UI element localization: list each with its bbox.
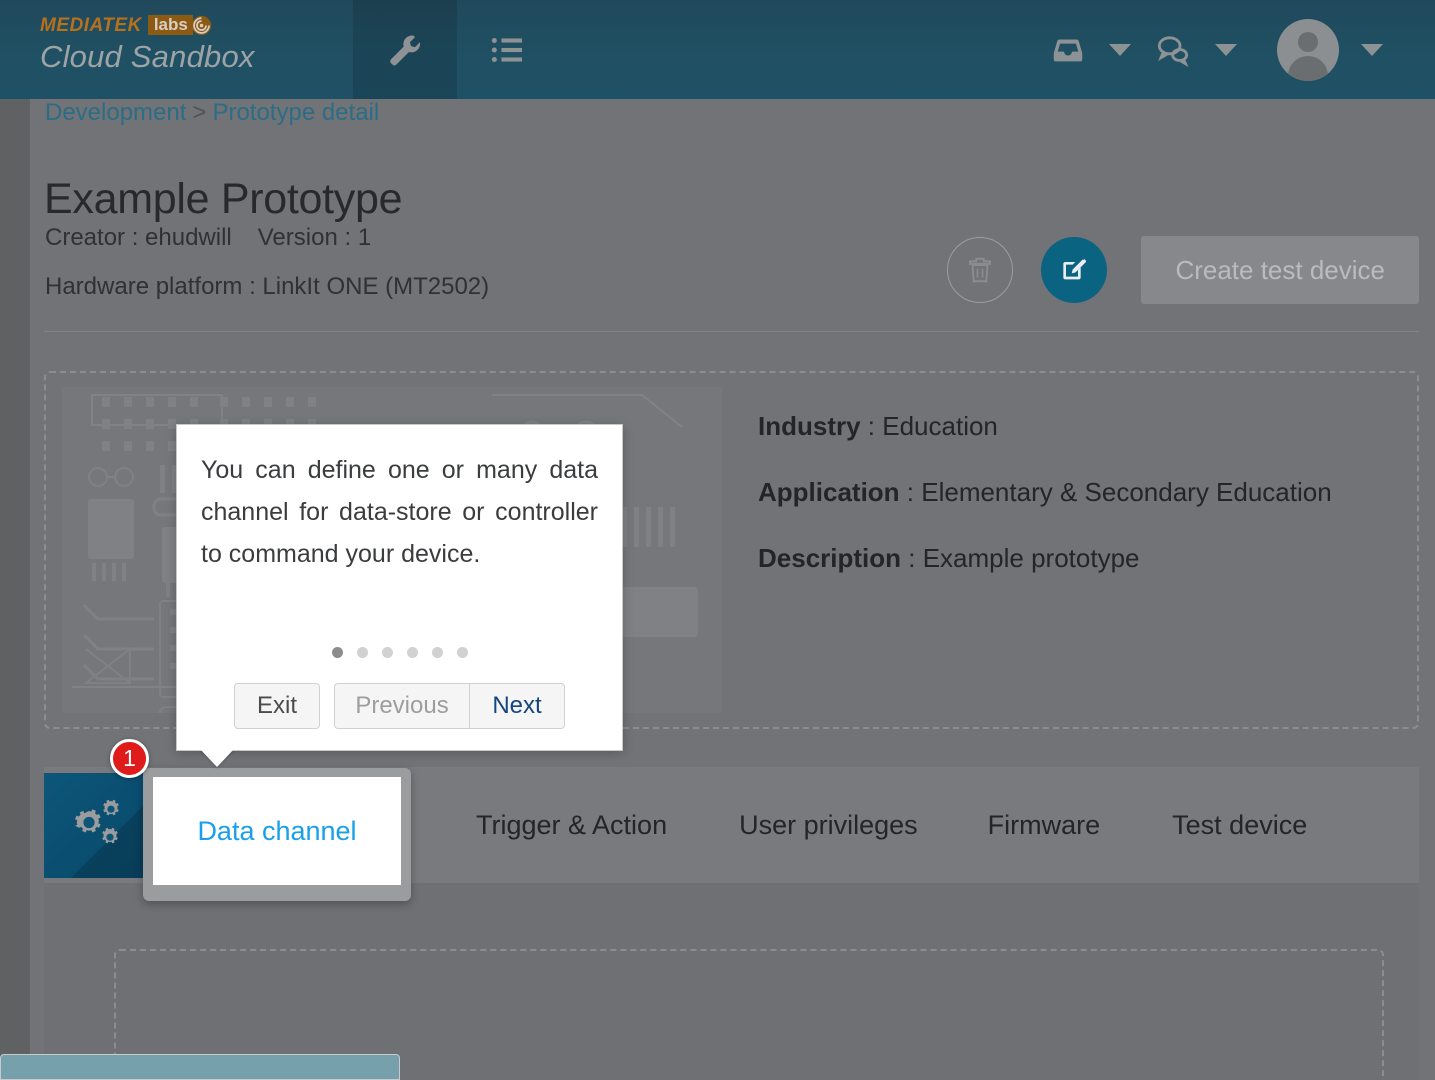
avatar-icon [1277,19,1339,81]
tour-dot-4[interactable] [406,647,418,658]
list-icon [491,37,523,62]
gears-icon [74,799,119,844]
header-divider [44,331,1419,332]
inbox-icon [1053,39,1083,61]
tour-previous-button[interactable]: Previous [334,683,469,729]
tab-data-channel-highlight[interactable]: Data channel [143,768,411,901]
tab-content-panel [44,883,1419,1080]
breadcrumb-prototype-detail[interactable]: Prototype detail [212,99,379,126]
tour-tooltip-message: You can define one or many data channel … [201,456,598,568]
spiral-logo-icon [191,15,211,35]
creator-value: ehudwill [145,224,232,251]
info-row-description: Description : Example prototype [758,537,1398,579]
creator-label: Creator : [45,224,146,251]
tour-tooltip-buttons: Exit Previous Next [177,683,622,729]
tour-tooltip-popover: You can define one or many data channel … [176,424,623,767]
create-test-device-button[interactable]: Create test device [1141,236,1419,304]
description-value: Example prototype [922,543,1140,574]
tour-dot-3[interactable] [381,647,393,658]
inbox-button[interactable] [1049,31,1087,69]
app-screen: MEDIATEK labs Cloud Sandbox Development … [0,0,1435,1080]
tour-exit-button[interactable]: Exit [234,683,320,729]
prototype-meta-creator-version: Creator : ehudwill Version : 1 [45,224,371,252]
top-header-bar: MEDIATEK labs Cloud Sandbox [0,0,1435,99]
page-action-buttons: Create test device [947,236,1419,304]
edit-pencil-icon [1063,258,1087,280]
tour-nav-button-group: Previous Next [334,683,565,729]
tab-firmware[interactable]: Firmware [988,810,1101,841]
info-row-industry: Industry : Education [758,405,1398,447]
application-label: Application [758,477,900,508]
info-row-application: Application : Elementary & Secondary Edu… [758,471,1398,513]
delete-button[interactable] [947,237,1014,303]
hardware-label: Hardware platform : [45,273,263,300]
labs-wordmark: labs [147,15,193,35]
left-margin-strip [0,99,30,1080]
breadcrumb-development[interactable]: Development [45,99,186,126]
version-label: Version : [257,224,358,251]
trash-icon [969,257,992,283]
header-right-cluster [1049,0,1405,99]
breadcrumb: Development > Prototype detail [45,99,379,127]
prototype-meta-hardware: Hardware platform : LinkIt ONE (MT2502) [45,273,489,301]
tour-dot-1[interactable] [331,647,343,658]
tour-step-badge: 1 [110,739,149,778]
application-colon: : [899,477,922,508]
account-dropdown-caret[interactable] [1361,43,1383,56]
tab-section-gears-tile [44,772,151,878]
tour-dot-2[interactable] [356,647,368,658]
inbox-dropdown-caret[interactable] [1109,43,1131,56]
tab-test-device[interactable]: Test device [1172,810,1307,841]
nav-tools-button[interactable] [353,0,457,99]
mediatek-wordmark: MEDIATEK [40,14,142,36]
tour-dot-6[interactable] [456,647,468,658]
application-value: Elementary & Secondary Education [921,477,1332,508]
industry-colon: : [860,411,883,441]
chat-bubbles-icon [1157,35,1189,67]
tour-next-button[interactable]: Next [469,683,565,729]
tour-step-dots [177,647,622,658]
tab-data-channel-label: Data channel [197,815,357,846]
description-colon: : [901,543,923,574]
tab-data-channel[interactable]: Data channel [153,777,401,885]
tab-user-privileges[interactable]: User privileges [739,810,918,841]
description-label: Description [758,543,902,574]
messages-button[interactable] [1153,30,1193,70]
prototype-info-text: Industry : Education Application : Eleme… [758,405,1398,603]
brand-title: Cloud Sandbox [40,39,255,74]
wrench-icon [390,35,421,65]
mediatek-labs-logo: MEDIATEK labs [40,14,255,36]
industry-value: Education [882,411,998,441]
breadcrumb-separator: > [192,99,207,126]
version-value: 1 [357,224,372,251]
page-title: Example Prototype [44,174,403,223]
tab-trigger-action[interactable]: Trigger & Action [476,810,667,841]
avatar[interactable] [1277,18,1339,81]
bottom-status-panel [0,1054,400,1080]
nav-list-button[interactable] [457,0,557,99]
brand-logo[interactable]: MEDIATEK labs Cloud Sandbox [40,14,255,74]
messages-dropdown-caret[interactable] [1215,43,1237,56]
edit-button[interactable] [1041,237,1108,303]
tour-dot-5[interactable] [431,647,443,658]
tooltip-pointer-arrow [200,749,234,767]
industry-label: Industry [758,411,861,441]
hardware-value: LinkIt ONE (MT2502) [262,273,490,300]
